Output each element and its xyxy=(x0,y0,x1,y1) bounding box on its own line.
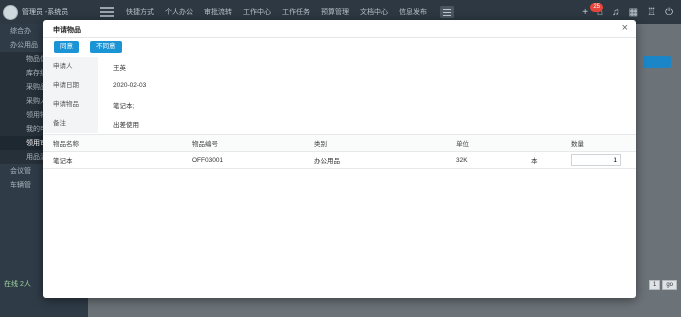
info-row-date: 申请日期 2020-02-03 xyxy=(43,76,636,95)
action-buttons: 同意 不同意 xyxy=(54,41,122,53)
nav-item[interactable]: 快捷方式 xyxy=(126,7,154,17)
table-header: 物品名称 物品编号 类别 单位 数量 xyxy=(43,135,636,152)
cell-code: OFF03001 xyxy=(192,156,224,164)
user-brand[interactable]: 管理员 -系统员 xyxy=(3,4,68,20)
info-row-remark: 备注 出差使用 xyxy=(43,114,636,133)
more-menu-icon[interactable] xyxy=(440,6,454,18)
modal-title: 申请物品 xyxy=(53,27,81,34)
search-button[interactable] xyxy=(643,56,671,68)
info-row-applicant: 申请人 王英 xyxy=(43,57,636,76)
cell-name: 笔记本 xyxy=(53,158,73,165)
grid-icon[interactable]: ▦ xyxy=(629,7,638,18)
column-header: 单位 xyxy=(456,141,469,148)
cell-spec: 32K xyxy=(456,156,468,164)
nav-item[interactable]: 文档中心 xyxy=(360,7,388,17)
power-icon[interactable]: ⏻ xyxy=(665,7,673,18)
column-header: 物品名称 xyxy=(53,141,79,148)
cell-unit: 本 xyxy=(531,158,538,165)
nav-item[interactable]: 信息发布 xyxy=(399,7,427,17)
cell-category: 办公用品 xyxy=(314,158,340,165)
apply-item-modal: 申请物品 × 同意 不同意 申请人 王英 申请日期 2020-02-03 申请物… xyxy=(43,20,636,298)
pager: 1 go xyxy=(648,280,677,290)
add-icon[interactable]: + xyxy=(582,7,588,18)
field-label: 备注 xyxy=(43,114,98,133)
field-value: 王英 xyxy=(113,64,126,72)
bell-icon[interactable]: ♫ xyxy=(612,7,620,18)
nav-item[interactable]: 工作任务 xyxy=(282,7,310,17)
disagree-button[interactable]: 不同意 xyxy=(90,41,122,53)
nav-item[interactable]: 个人办公 xyxy=(165,7,193,17)
nav-item[interactable]: 预算管理 xyxy=(321,7,349,17)
field-value: 出差使用 xyxy=(113,121,139,129)
shirt-icon[interactable]: ♖ xyxy=(647,7,656,18)
nav-item[interactable]: 工作中心 xyxy=(243,7,271,17)
online-status: 在线 2人 xyxy=(4,281,31,288)
cell-qty xyxy=(571,154,636,166)
menu-icon[interactable] xyxy=(100,7,114,17)
nav-item[interactable]: 审批流转 xyxy=(204,7,232,17)
modal-header: 申请物品 × xyxy=(43,20,636,38)
field-value: 笔记本; xyxy=(113,102,135,110)
field-label: 申请物品 xyxy=(43,95,98,114)
info-row-item: 申请物品 笔记本; xyxy=(43,95,636,114)
field-label: 申请日期 xyxy=(43,76,98,95)
items-table: 物品名称 物品编号 类别 单位 数量 笔记本 OFF03001 办公用品 32K… xyxy=(43,134,636,169)
application-info: 申请人 王英 申请日期 2020-02-03 申请物品 笔记本; 备注 出差使用 xyxy=(43,57,636,133)
table-row: 笔记本 OFF03001 办公用品 32K 本 xyxy=(43,152,636,169)
user-label: 管理员 -系统员 xyxy=(22,9,69,16)
column-header: 类别 xyxy=(314,141,327,148)
column-header: 数量 xyxy=(571,141,584,148)
pager-page[interactable]: 1 xyxy=(648,280,661,290)
close-icon[interactable]: × xyxy=(622,22,628,34)
field-label: 申请人 xyxy=(43,57,98,76)
quantity-input[interactable] xyxy=(571,154,621,166)
avatar xyxy=(3,4,18,20)
agree-button[interactable]: 同意 xyxy=(54,41,79,53)
notification-badge: 25 xyxy=(590,3,603,12)
column-header: 物品编号 xyxy=(192,141,218,148)
pager-go[interactable]: go xyxy=(662,280,677,290)
field-value: 2020-02-03 xyxy=(113,82,147,89)
